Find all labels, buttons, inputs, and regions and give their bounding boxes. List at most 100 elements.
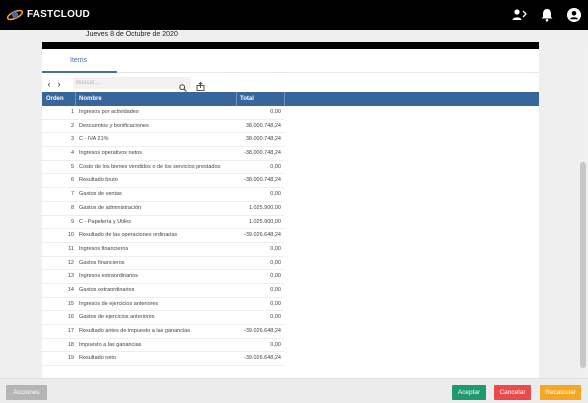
aceptar-button[interactable]: Aceptar [452,385,486,400]
cell-total: 0,00 [270,259,281,266]
cell-total: 0,00 [270,163,281,170]
column-header-total[interactable]: Total [240,92,254,106]
table-header: Orden Nombre Total [42,92,539,106]
cell-total: 0,00 [270,191,281,198]
bell-icon[interactable] [539,7,555,23]
search-icon[interactable] [179,79,187,92]
table-row[interactable]: 15 Ingresos de ejercicios anteriores 0,00 [42,298,284,312]
cell-nombre: Impuesto a las ganancias [79,341,142,348]
cell-total: -38.000.748,24 [243,150,281,157]
table-row[interactable]: 7 Gastos de ventas 0,00 [42,188,284,202]
cell-orden: 7 [70,191,74,198]
cell-orden: 13 [67,273,74,280]
table-row[interactable]: 14 Gastos extraordinarios 0,00 [42,284,284,298]
cell-orden: 4 [70,150,74,157]
cell-total: 38.000.748,24 [245,122,281,129]
cell-orden: 15 [67,300,74,307]
cell-total: 0,00 [270,341,281,348]
cell-nombre: C - IVA 21% [79,136,109,143]
cancelar-button[interactable]: Cancelar [494,385,531,400]
cell-nombre: Resultado antes de impuesto a las gananc… [79,328,190,334]
scrollbar-thumb[interactable] [580,162,586,368]
cell-total: -39.026.648,24 [243,355,281,362]
table-row[interactable]: 2 Descuentos y bonificaciones 38.000.748,2… [42,120,284,134]
cell-nombre: Gastos de ejercicios anteriores [79,314,155,321]
table-row[interactable]: 19 Resultado neto -39.026.648,24 [42,352,284,367]
account-icon[interactable] [566,7,582,23]
table-body: 1 Ingresos por actividades 0,00 2 Descuentos… [42,106,539,367]
column-header-nombre[interactable]: Nombre [79,92,102,106]
table-row[interactable]: 3 C - IVA 21% 38.000.748,24 [42,133,284,148]
chevron-left-icon[interactable]: ‹ [44,79,54,89]
cell-nombre: Costo de los bienes vendidos o de los se… [79,163,221,170]
recalcular-button[interactable]: Recalcular [540,385,581,400]
cell-orden: 6 [70,177,74,184]
cell-orden: 11 [68,245,74,252]
active-tab-indicator [42,71,117,73]
table-row[interactable]: 6 Resultado bruto -38.000.748,24 [42,174,284,189]
cell-orden: 2 [70,122,74,129]
cell-total: 0,00 [270,245,281,252]
cell-total: 0,00 [270,273,281,280]
date-bar: Jueves 8 de Octubre de 2020 [0,30,588,42]
column-divider [284,92,285,106]
table-row[interactable]: 8 Gastos de administración 1.025.900,00 [42,202,284,216]
cell-nombre: Resultado neto [79,355,116,362]
current-date: Jueves 8 de Octubre de 2020 [86,31,178,38]
cell-nombre: Ingresos financieros [79,245,129,252]
cell-orden: 9 [70,218,74,225]
cell-total: 0,00 [270,300,281,307]
cell-nombre: Ingresos operativos netos [79,150,142,157]
tab-items[interactable]: Items [70,57,87,64]
cell-orden: 10 [67,232,74,239]
cell-total: 38.000.748,24 [245,136,281,143]
items-panel: Items ‹ › Orden Nombre Total 1Ingresos p [42,42,539,378]
cell-total: 1.025.900,00 [248,204,281,211]
cell-orden: 16 [67,314,74,321]
export-icon[interactable] [196,78,205,91]
cell-orden: 5 [70,163,74,170]
table-row[interactable]: 10 Resultado de las operaciones ordinaria… [42,229,284,243]
brand-name: FASTCLOUD [27,9,90,20]
table-row[interactable]: 13 Ingresos extraordinarios 0,00 [42,270,284,284]
cell-orden: 17 [67,328,74,334]
cell-total: 0,00 [270,286,281,293]
table-row[interactable]: 9 C - Papelería y Utiles 1.025.900,00 [42,216,284,230]
acciones-button[interactable]: Acciones [6,385,47,400]
footer-bar: Acciones Aceptar Cancelar Recalcular [0,378,588,403]
table-row[interactable]: 11 Ingresos financieros 0,00 [42,243,284,257]
cell-nombre: Resultado bruto [79,177,118,184]
cell-orden: 18 [67,341,74,348]
column-divider [75,92,76,106]
table-row[interactable]: 17 Resultado antes de impuesto a las gana… [42,325,284,339]
cell-total: 0,00 [270,109,281,115]
table-row[interactable]: 5 Costo de los bienes vendidos o de los s… [42,161,284,175]
cell-orden: 3 [70,136,74,143]
search-input[interactable] [76,78,172,88]
column-divider [236,92,237,106]
cell-nombre: Ingresos extraordinarios [79,273,139,280]
user-switch-icon[interactable] [511,7,527,23]
cell-orden: 1 [70,109,74,115]
cell-orden: 14 [67,286,74,293]
table-row[interactable]: 16 Gastos de ejercicios anteriores 0,00 [42,311,284,325]
cell-orden: 12 [67,259,74,266]
fastcloud-logo-icon [6,7,24,23]
items-table: Orden Nombre Total 1 Ingresos por activid… [42,92,539,367]
cell-nombre: Gastos de administración [79,204,142,211]
cell-total: -38.000.748,24 [243,177,281,184]
column-header-orden[interactable]: Orden [46,92,64,106]
cell-total: 0,00 [270,314,281,321]
chevron-right-icon[interactable]: › [54,79,64,89]
table-row[interactable]: 18 Impuesto a las ganancias 0,00 [42,339,284,353]
cell-nombre: Gastos de ventas [79,191,122,198]
page-scrollbar[interactable] [578,42,588,378]
table-row[interactable]: 1 Ingresos por actividades 0,00 [42,106,284,120]
table-row[interactable]: 4 Ingresos operativos netos -38.000.748,24 [42,147,284,161]
cell-nombre: Gastos extraordinarios [79,286,135,293]
panel-top-strip [42,42,539,49]
top-app-bar: FASTCLOUD [0,0,588,30]
table-row[interactable]: 12 Gastos financieros 0,00 [42,257,284,271]
cell-nombre: Gastos financieros [79,259,125,266]
search-box [73,77,191,92]
